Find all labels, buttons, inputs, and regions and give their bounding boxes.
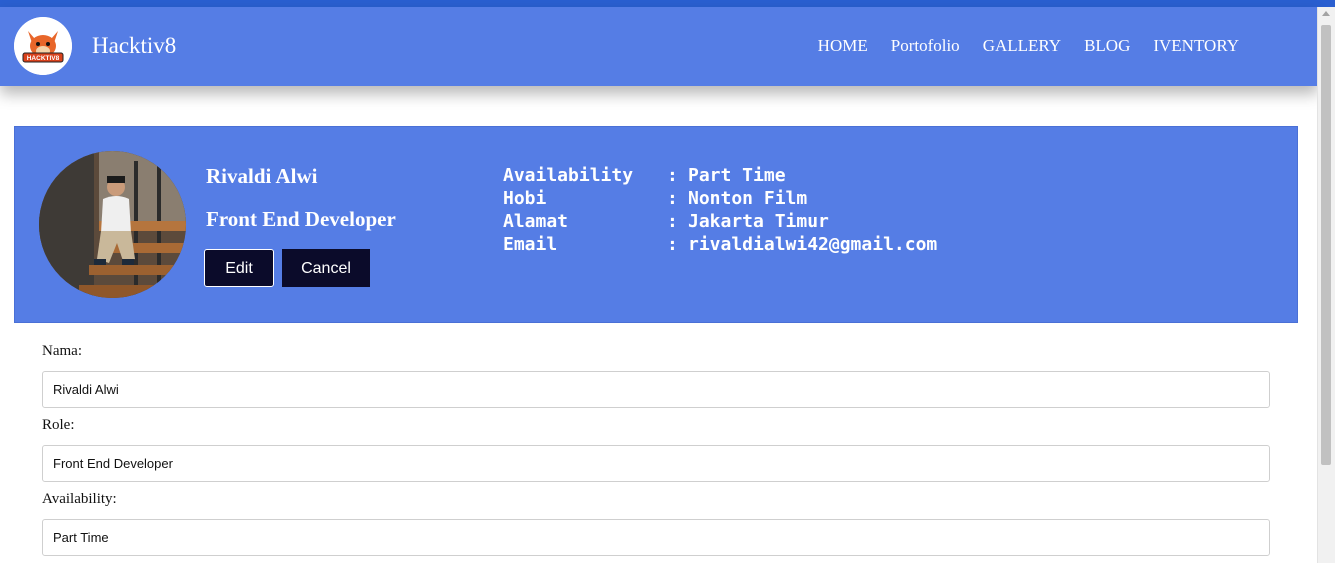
detail-row-alamat: Alamat : Jakarta Timur — [503, 210, 937, 233]
role-input[interactable] — [42, 445, 1270, 482]
detail-separator: : — [667, 234, 678, 255]
navbar: HACKTIV8 Hacktiv8 HOME Portofolio GALLER… — [0, 7, 1318, 86]
browser-top-line — [0, 0, 1335, 7]
nama-label: Nama: — [42, 343, 82, 359]
detail-label: Email — [503, 234, 558, 255]
scroll-up-arrow-icon[interactable] — [1322, 11, 1330, 16]
detail-label: Hobi — [503, 188, 547, 209]
profile-role: Front End Developer — [206, 207, 396, 231]
page-scrollbar[interactable] — [1317, 7, 1335, 563]
availability-input[interactable] — [42, 519, 1270, 556]
profile-card: Rivaldi Alwi Front End Developer Edit Ca… — [14, 126, 1298, 323]
nav-gallery[interactable]: GALLERY — [983, 35, 1061, 57]
cancel-button[interactable]: Cancel — [282, 249, 370, 287]
detail-label: Availability — [503, 165, 634, 186]
edit-button[interactable]: Edit — [204, 249, 274, 287]
detail-value: Part Time — [688, 165, 786, 186]
detail-separator: : — [667, 188, 678, 209]
availability-label: Availability: — [42, 491, 117, 507]
detail-row-email: Email : rivaldialwi42@gmail.com — [503, 233, 937, 256]
detail-label: Alamat — [503, 211, 569, 232]
detail-value: Nonton Film — [688, 188, 808, 209]
detail-value: rivaldialwi42@gmail.com — [688, 234, 938, 255]
svg-text:HACKTIV8: HACKTIV8 — [27, 55, 60, 62]
avatar — [39, 151, 186, 298]
detail-value: Jakarta Timur — [688, 211, 829, 232]
role-label: Role: — [42, 417, 75, 433]
profile-details: Availability : Part Time Hobi : Nonton F… — [503, 164, 937, 256]
profile-edit-form: Nama: Role: Availability: — [42, 341, 1270, 563]
detail-separator: : — [667, 165, 678, 186]
nav-portofolio[interactable]: Portofolio — [891, 35, 960, 57]
brand-name[interactable]: Hacktiv8 — [92, 32, 176, 60]
profile-name: Rivaldi Alwi — [206, 164, 318, 188]
detail-row-hobi: Hobi : Nonton Film — [503, 187, 937, 210]
scroll-thumb[interactable] — [1321, 25, 1331, 465]
nav-home[interactable]: HOME — [818, 35, 868, 57]
nav-links: HOME Portofolio GALLERY BLOG IVENTORY — [818, 35, 1239, 57]
detail-separator: : — [667, 211, 678, 232]
detail-row-availability: Availability : Part Time — [503, 164, 937, 187]
nav-iventory[interactable]: IVENTORY — [1153, 35, 1239, 57]
nav-blog[interactable]: BLOG — [1084, 35, 1130, 57]
nama-input[interactable] — [42, 371, 1270, 408]
brand-logo-icon[interactable]: HACKTIV8 — [14, 17, 72, 75]
